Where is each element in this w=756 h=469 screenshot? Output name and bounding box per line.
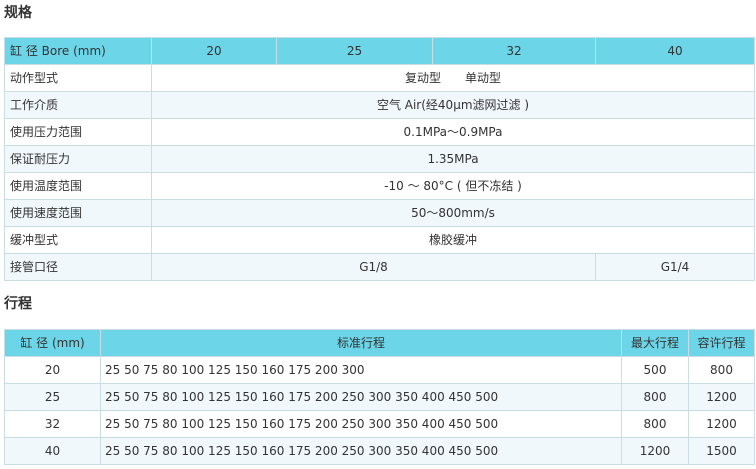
table-row: 20 25 50 75 80 100 125 150 160 175 200 3… — [4, 356, 755, 384]
spec-row-action-type: 动作型式 复动型 单动型 — [4, 64, 755, 92]
spec-row-value: 空气 Air(经40μm滤网过滤 ) — [151, 91, 755, 119]
bore-32-header: 32 — [432, 37, 596, 65]
spec-row-cushion: 缓冲型式 橡胶缓冲 — [4, 226, 755, 254]
standard-stroke-cell: 25 50 75 80 100 125 150 160 175 200 250 … — [100, 437, 622, 465]
spec-row-port-size: 接管口径 G1/8 G1/4 — [4, 253, 755, 281]
allow-stroke-cell: 800 — [688, 356, 755, 384]
spec-row-pressure-range: 使用压力范围 0.1MPa～0.9MPa — [4, 118, 755, 146]
stroke-bore-header: 缸 径 (mm) — [4, 329, 101, 357]
table-row: 32 25 50 75 80 100 125 150 160 175 200 2… — [4, 410, 755, 438]
stroke-bore-cell: 25 — [4, 383, 101, 411]
stroke-bore-cell: 32 — [4, 410, 101, 438]
spec-row-value: -10 ～ 80°C ( 但不冻结 ) — [151, 172, 755, 200]
stroke-header-row: 缸 径 (mm) 标准行程 最大行程 容许行程 — [4, 329, 755, 357]
port-size-small: G1/8 — [151, 253, 596, 281]
allow-stroke-cell: 1200 — [688, 383, 755, 411]
bore-40-header: 40 — [595, 37, 755, 65]
spec-row-proof-pressure: 保证耐压力 1.35MPa — [4, 145, 755, 173]
port-size-large: G1/4 — [595, 253, 755, 281]
spec-table: 缸 径 Bore (mm) 20 25 32 40 动作型式 复动型 单动型 工… — [4, 37, 755, 281]
standard-stroke-cell: 25 50 75 80 100 125 150 160 175 200 250 … — [100, 383, 622, 411]
spec-row-speed: 使用速度范围 50～800mm/s — [4, 199, 755, 227]
spec-row-label: 接管口径 — [4, 253, 152, 281]
max-stroke-cell: 800 — [621, 383, 689, 411]
spec-row-label: 使用速度范围 — [4, 199, 152, 227]
stroke-bore-cell: 40 — [4, 437, 101, 465]
table-row: 25 25 50 75 80 100 125 150 160 175 200 2… — [4, 383, 755, 411]
spec-row-value: 复动型 单动型 — [151, 64, 755, 92]
allow-stroke-cell: 1200 — [688, 410, 755, 438]
spec-row-medium: 工作介质 空气 Air(经40μm滤网过滤 ) — [4, 91, 755, 119]
spec-section-title: 规格 — [4, 5, 32, 21]
max-stroke-cell: 800 — [621, 410, 689, 438]
max-stroke-cell: 500 — [621, 356, 689, 384]
spec-row-value: 50～800mm/s — [151, 199, 755, 227]
bore-header-label: 缸 径 Bore (mm) — [4, 37, 152, 65]
spec-row-label: 动作型式 — [4, 64, 152, 92]
spec-row-label: 工作介质 — [4, 91, 152, 119]
spec-row-label: 使用压力范围 — [4, 118, 152, 146]
max-stroke-cell: 1200 — [621, 437, 689, 465]
stroke-table: 缸 径 (mm) 标准行程 最大行程 容许行程 20 25 50 75 80 1… — [4, 329, 755, 465]
standard-stroke-header: 标准行程 — [100, 329, 622, 357]
standard-stroke-cell: 25 50 75 80 100 125 150 160 175 200 250 … — [100, 410, 622, 438]
spec-row-temperature: 使用温度范围 -10 ～ 80°C ( 但不冻结 ) — [4, 172, 755, 200]
spec-row-value: 橡胶缓冲 — [151, 226, 755, 254]
bore-20-header: 20 — [151, 37, 277, 65]
stroke-section-title: 行程 — [4, 296, 32, 312]
spec-row-label: 保证耐压力 — [4, 145, 152, 173]
spec-row-label: 使用温度范围 — [4, 172, 152, 200]
stroke-bore-cell: 20 — [4, 356, 101, 384]
spec-row-value: 0.1MPa～0.9MPa — [151, 118, 755, 146]
spec-row-label: 缓冲型式 — [4, 226, 152, 254]
allow-stroke-cell: 1500 — [688, 437, 755, 465]
standard-stroke-cell: 25 50 75 80 100 125 150 160 175 200 300 — [100, 356, 622, 384]
bore-25-header: 25 — [276, 37, 433, 65]
spec-row-value: 1.35MPa — [151, 145, 755, 173]
table-row: 40 25 50 75 80 100 125 150 160 175 200 2… — [4, 437, 755, 465]
spec-header-row: 缸 径 Bore (mm) 20 25 32 40 — [4, 37, 755, 65]
allow-stroke-header: 容许行程 — [688, 329, 755, 357]
max-stroke-header: 最大行程 — [621, 329, 689, 357]
